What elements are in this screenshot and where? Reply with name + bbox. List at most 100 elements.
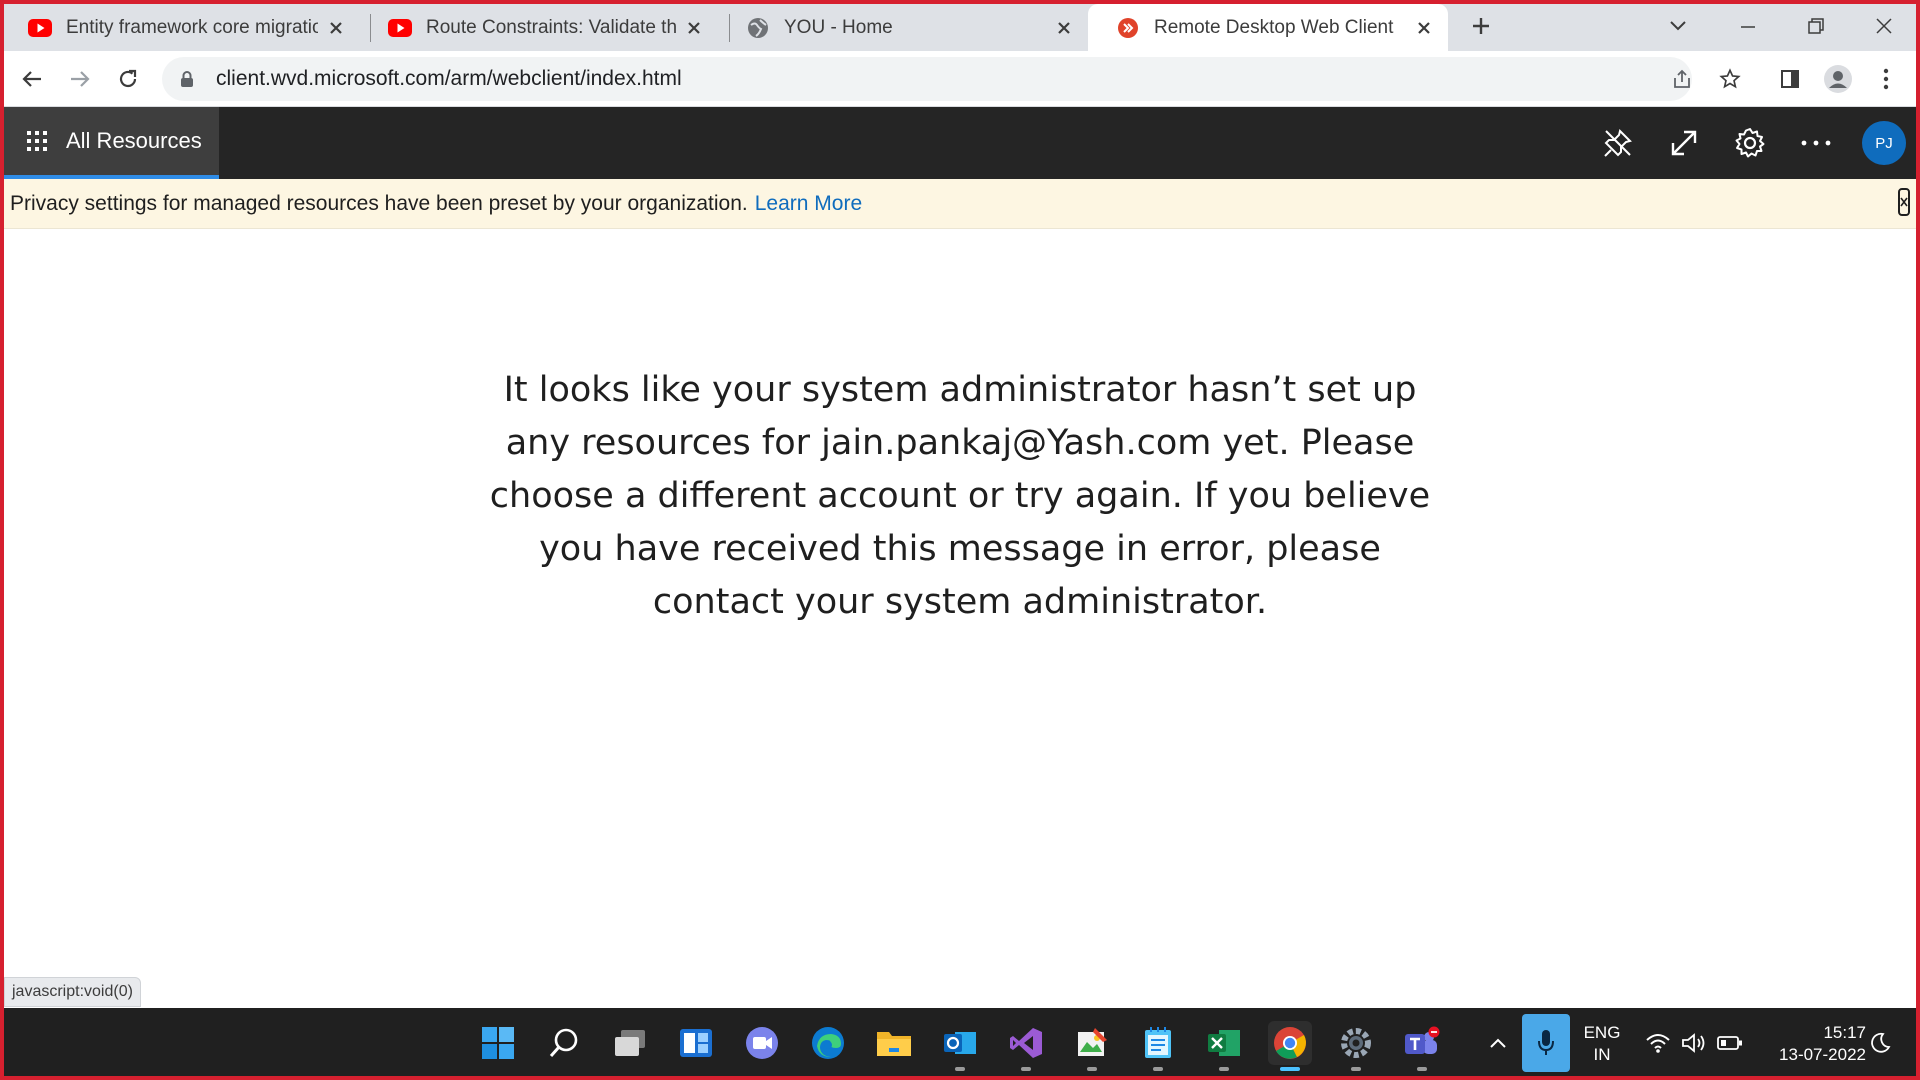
address-bar[interactable]: client.wvd.microsoft.com/arm/webclient/i… — [162, 57, 1692, 101]
close-tab-icon[interactable] — [1414, 18, 1434, 38]
taskbar: ENG IN 15:17 13-07-2022 — [0, 1008, 1920, 1080]
close-tab-icon[interactable] — [684, 18, 704, 38]
message-line: contact your system administrator. — [652, 582, 1268, 622]
settings-button[interactable] — [1728, 121, 1772, 165]
tab-remote-desktop[interactable]: Remote Desktop Web Client — [1088, 4, 1448, 51]
tab-you-home[interactable]: YOU - Home — [718, 4, 1088, 51]
browser-toolbar: client.wvd.microsoft.com/arm/webclient/i… — [0, 51, 1920, 107]
language-code: ENG — [1583, 1023, 1621, 1042]
minimize-button[interactable] — [1728, 6, 1768, 46]
forward-button[interactable] — [60, 59, 100, 99]
close-tab-icon[interactable] — [326, 18, 346, 38]
close-tab-icon[interactable] — [1054, 18, 1074, 38]
browser-menu-button[interactable] — [1866, 59, 1906, 99]
file-explorer-button[interactable] — [872, 1021, 916, 1065]
search-button[interactable] — [542, 1021, 586, 1065]
new-tab-button[interactable] — [1461, 6, 1501, 46]
widgets-icon — [680, 1029, 712, 1057]
running-indicator — [1153, 1067, 1163, 1071]
profile-button[interactable] — [1818, 59, 1858, 99]
message-line: choose a different account or try again.… — [489, 476, 1431, 516]
excel-icon — [1208, 1030, 1240, 1056]
teams-button[interactable] — [1400, 1021, 1444, 1071]
notepad-button[interactable] — [1136, 1021, 1180, 1071]
bookmark-button[interactable] — [1710, 59, 1750, 99]
restore-icon — [1808, 18, 1824, 34]
tab-strip: Entity framework core migrations Route C… — [0, 0, 1920, 51]
message-line: any resources for jain.pankaj@Yash.com y… — [505, 423, 1415, 463]
active-app-indicator — [1280, 1067, 1300, 1071]
battery-status[interactable] — [1712, 1021, 1748, 1065]
expand-icon — [1671, 130, 1697, 156]
banner-text: Privacy settings for managed resources h… — [10, 191, 748, 215]
fullscreen-button[interactable] — [1662, 121, 1706, 165]
message-line: It looks like your system administrator … — [503, 370, 1417, 410]
clock[interactable]: 15:17 13-07-2022 — [1756, 1022, 1866, 1066]
paint-button[interactable] — [1070, 1021, 1114, 1071]
tab-entity-framework[interactable]: Entity framework core migrations — [0, 4, 360, 51]
running-indicator — [1087, 1067, 1097, 1071]
reload-button[interactable] — [108, 59, 148, 99]
minimize-icon — [1741, 26, 1755, 28]
folder-icon — [877, 1032, 911, 1056]
clock-time: 15:17 — [1823, 1023, 1866, 1042]
settings-app-button[interactable] — [1334, 1021, 1378, 1071]
tab-title: Remote Desktop Web Client — [1154, 16, 1394, 38]
restore-button[interactable] — [1796, 6, 1836, 46]
teams-icon — [1405, 1026, 1440, 1054]
start-button[interactable] — [476, 1021, 520, 1065]
visual-studio-button[interactable] — [1004, 1021, 1048, 1071]
no-resources-message: It looks like your system administrator … — [460, 364, 1460, 629]
show-hidden-icons-button[interactable] — [1480, 1021, 1516, 1065]
microphone-button[interactable] — [1522, 1014, 1570, 1072]
clock-date: 13-07-2022 — [1779, 1045, 1866, 1064]
edge-button[interactable] — [806, 1021, 850, 1065]
all-resources-tab[interactable]: All Resources — [4, 107, 219, 179]
share-icon — [1674, 69, 1690, 88]
language-indicator[interactable]: ENG IN — [1578, 1022, 1626, 1066]
share-button[interactable] — [1662, 59, 1702, 99]
remote-desktop-icon — [1116, 16, 1140, 40]
reload-icon — [119, 69, 137, 88]
learn-more-link[interactable]: Learn More — [755, 192, 862, 216]
microphone-icon — [1538, 1030, 1554, 1055]
star-icon — [1719, 68, 1741, 89]
unpin-button[interactable] — [1596, 121, 1640, 165]
link-status-bubble: javascript:void(0) — [4, 977, 141, 1007]
profile-icon — [1824, 65, 1852, 93]
task-view-button[interactable] — [608, 1021, 652, 1065]
close-window-button[interactable] — [1864, 6, 1904, 46]
tab-search-button[interactable] — [1658, 6, 1698, 46]
user-avatar[interactable]: PJ — [1862, 121, 1906, 165]
excel-button[interactable] — [1202, 1021, 1246, 1071]
chat-button[interactable] — [740, 1021, 784, 1065]
volume-status[interactable] — [1676, 1021, 1712, 1065]
settings-gear-icon — [1341, 1028, 1371, 1058]
volume-icon — [1682, 1033, 1705, 1053]
outlook-button[interactable] — [938, 1021, 982, 1071]
tab-route-constraints[interactable]: Route Constraints: Validate the route — [360, 4, 718, 51]
side-panel-button[interactable] — [1770, 59, 1810, 99]
wifi-status[interactable] — [1640, 1021, 1676, 1065]
pin-off-icon — [1604, 129, 1632, 157]
paint-icon — [1078, 1028, 1107, 1056]
back-button[interactable] — [12, 59, 52, 99]
message-line: you have received this message in error,… — [539, 529, 1381, 569]
youtube-icon — [388, 16, 412, 40]
edge-icon — [812, 1027, 844, 1059]
more-options-button[interactable] — [1794, 121, 1838, 165]
running-indicator — [1417, 1067, 1427, 1071]
widgets-button[interactable] — [674, 1021, 718, 1065]
notifications-button[interactable] — [1862, 1021, 1898, 1065]
notepad-icon — [1145, 1027, 1171, 1058]
chrome-button[interactable] — [1268, 1021, 1312, 1071]
gear-icon — [1735, 128, 1765, 158]
all-resources-label: All Resources — [66, 128, 202, 153]
url-text: client.wvd.microsoft.com/arm/webclient/i… — [216, 67, 682, 90]
dismiss-banner-icon[interactable] — [1896, 187, 1912, 217]
close-icon — [1876, 18, 1892, 34]
kebab-menu-icon — [1883, 68, 1889, 90]
lock-icon[interactable] — [180, 70, 200, 88]
region-code: IN — [1593, 1045, 1611, 1064]
running-indicator — [1351, 1067, 1361, 1071]
